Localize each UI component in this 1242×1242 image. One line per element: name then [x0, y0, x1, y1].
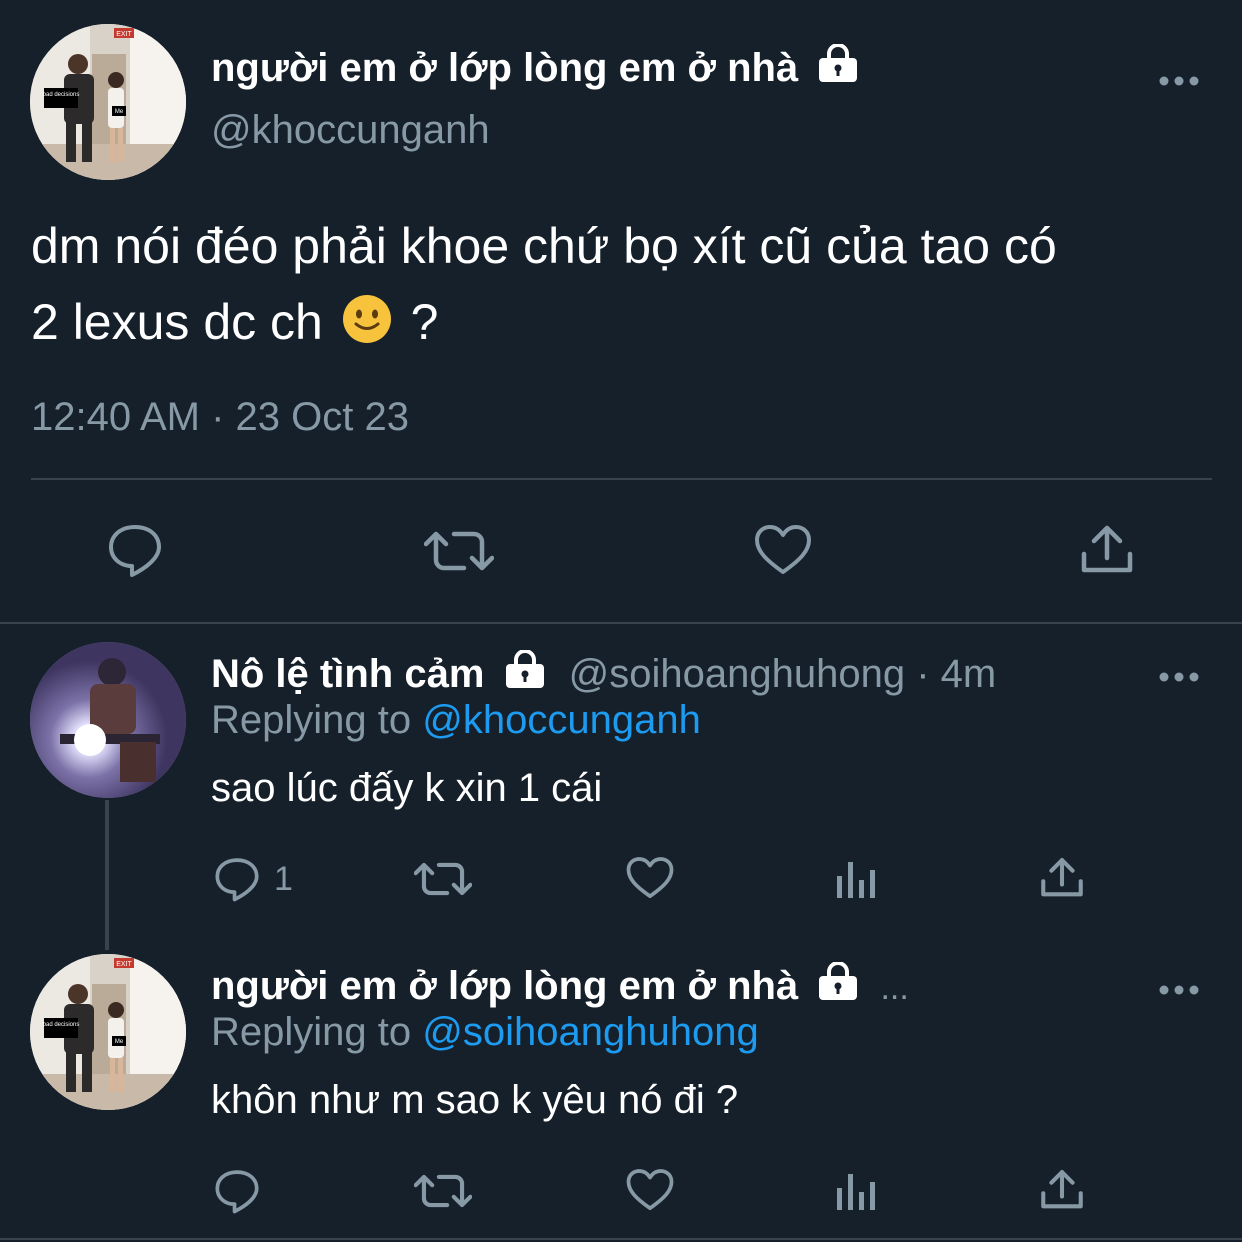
more-icon[interactable] — [1158, 64, 1200, 87]
reply2-display-name[interactable]: người em ở lớp lòng em ở nhà — [211, 964, 798, 1008]
lock-icon — [815, 43, 861, 94]
more-icon[interactable] — [1158, 660, 1200, 683]
main-handle[interactable]: @khoccunganh — [211, 108, 490, 153]
main-display-name-text: người em ở lớp lòng em ở nhà — [211, 46, 799, 90]
reply2-replying-label: Replying to — [211, 1010, 412, 1054]
avatar-photo: EXIT bad decisions Me — [30, 24, 186, 180]
divider-thread — [0, 622, 1242, 624]
reply1-header: Nô lệ tình cảm @soihoanghuhong · 4m — [211, 649, 996, 700]
share-icon[interactable] — [1040, 856, 1084, 900]
reply2-text: khôn như m sao k yêu nó đi ? — [211, 1078, 739, 1122]
retweet-icon[interactable] — [414, 858, 472, 900]
main-display-name[interactable]: người em ở lớp lòng em ở nhà — [211, 43, 861, 94]
reply2-replying-handle[interactable]: @soihoanghuhong — [422, 1010, 758, 1054]
main-tweet-line2-after: ? — [410, 294, 439, 350]
reply-icon[interactable] — [213, 856, 261, 902]
avatar-caption-bottom: Me — [115, 109, 124, 115]
like-icon[interactable] — [626, 1168, 674, 1212]
divider-bottom — [0, 1238, 1242, 1240]
divider-timestamp — [31, 478, 1212, 480]
reply1-replying-to: Replying to @khoccunganh — [211, 698, 701, 743]
lock-icon — [815, 961, 861, 1012]
reply1-display-name[interactable]: Nô lệ tình cảm — [211, 652, 484, 696]
retweet-icon[interactable] — [414, 1170, 472, 1212]
more-icon[interactable] — [1158, 973, 1200, 996]
avatar-reply2[interactable]: EXIT bad decisions Me — [30, 954, 186, 1110]
reply1-time[interactable]: · 4m — [916, 652, 996, 696]
reply2-ellipsis: ... — [880, 969, 909, 1007]
reply1-replying-handle[interactable]: @khoccunganh — [422, 698, 701, 742]
main-timestamp[interactable]: 12:40 AM · 23 Oct 23 — [31, 395, 409, 440]
avatar-caption-bottom: Me — [115, 1039, 124, 1045]
share-icon[interactable] — [1040, 1168, 1084, 1212]
reply-icon[interactable] — [106, 522, 164, 578]
avatar-photo: EXIT bad decisions Me — [30, 954, 186, 1110]
lock-icon — [502, 649, 548, 700]
like-icon[interactable] — [754, 524, 812, 576]
main-tweet-line2-before: 2 lexus dc ch — [31, 294, 323, 350]
main-tweet-line2: 2 lexus dc ch ? — [31, 284, 1057, 366]
reply2-replying-to: Replying to @soihoanghuhong — [211, 1010, 759, 1055]
share-icon[interactable] — [1080, 524, 1134, 576]
reply1-vertical-line — [105, 800, 109, 950]
avatar-exit-sign: EXIT — [116, 31, 132, 38]
analytics-icon[interactable] — [836, 858, 876, 900]
emoji-slight-smile — [341, 290, 393, 366]
main-tweet-line1: dm nói đéo phải khoe chứ bọ xít cũ của t… — [31, 218, 1057, 274]
retweet-icon[interactable] — [424, 526, 494, 576]
reply1-reply-count: 1 — [274, 860, 293, 898]
avatar-photo — [30, 642, 186, 798]
avatar-caption-top: bad decisions — [43, 92, 80, 98]
like-icon[interactable] — [626, 856, 674, 900]
avatar-reply1[interactable] — [30, 642, 186, 798]
main-tweet-text: dm nói đéo phải khoe chứ bọ xít cũ của t… — [31, 208, 1057, 366]
avatar-main[interactable]: EXIT bad decisions Me — [30, 24, 186, 180]
avatar-exit-sign: EXIT — [116, 961, 132, 968]
avatar-caption-top: bad decisions — [43, 1022, 80, 1028]
reply1-handle[interactable]: @soihoanghuhong — [569, 652, 905, 696]
reply1-text: sao lúc đấy k xin 1 cái — [211, 766, 603, 810]
reply1-replying-label: Replying to — [211, 698, 412, 742]
analytics-icon[interactable] — [836, 1170, 876, 1212]
reply-icon[interactable] — [213, 1168, 261, 1214]
reply2-header: người em ở lớp lòng em ở nhà ... — [211, 961, 909, 1012]
